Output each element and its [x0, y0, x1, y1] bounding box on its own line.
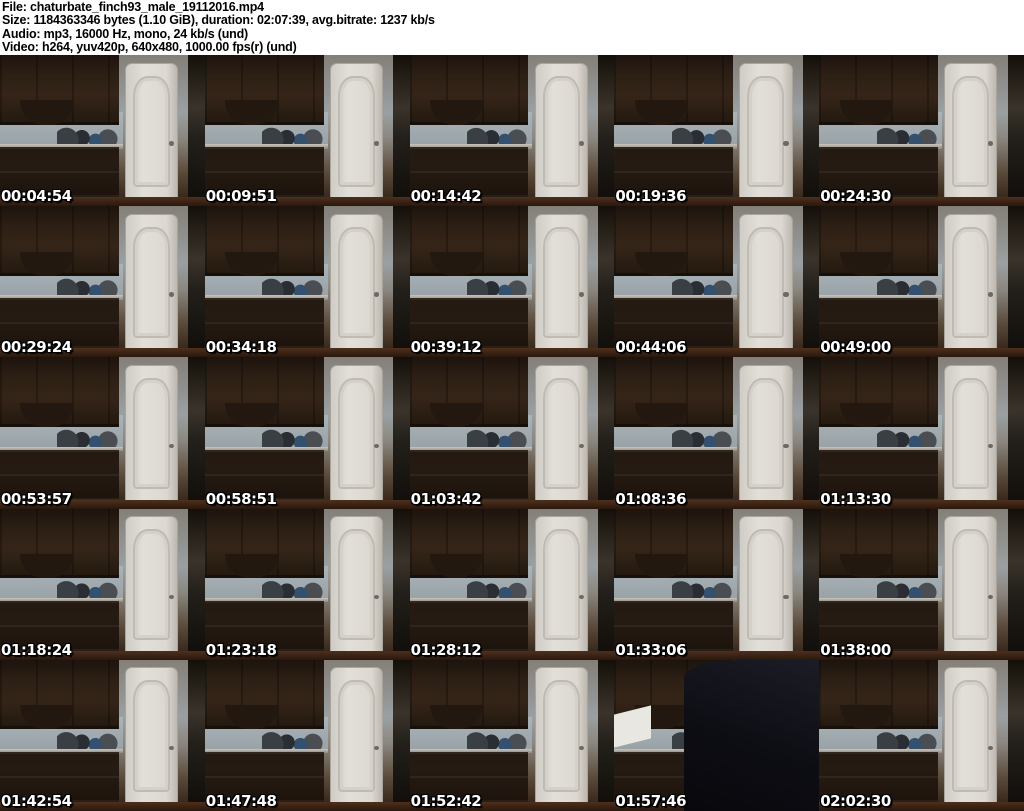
video-thumbnail[interactable]: 01:18:24	[0, 508, 205, 660]
video-thumbnail[interactable]: 01:28:12	[409, 508, 615, 660]
thumbnail-placeholder-image	[0, 357, 205, 509]
thumbnail-placeholder-image	[614, 55, 820, 207]
thumbnail-placeholder-image	[0, 659, 205, 811]
timestamp-label: 02:02:30	[820, 791, 891, 810]
video-thumbnail[interactable]: 00:39:12	[409, 206, 615, 358]
timestamp-label: 00:49:00	[820, 338, 891, 357]
video-thumbnail[interactable]: 01:33:06	[614, 508, 820, 660]
video-thumbnail[interactable]: 00:34:18	[204, 206, 410, 358]
file-metadata-header: File: chaturbate_finch93_male_19112016.m…	[0, 0, 1024, 55]
thumbnail-placeholder-image	[819, 357, 1024, 509]
timestamp-label: 00:09:51	[205, 187, 277, 206]
thumbnail-placeholder-image	[0, 206, 205, 358]
timestamp-label: 00:39:12	[410, 338, 482, 357]
video-thumbnail[interactable]: 01:52:42	[409, 659, 615, 811]
video-thumbnail[interactable]: 00:53:57	[0, 357, 205, 509]
video-thumbnail[interactable]: 02:02:30	[819, 659, 1024, 811]
thumbnail-placeholder-image	[614, 357, 820, 509]
audio-info-line: Audio: mp3, 16000 Hz, mono, 24 kb/s (und…	[2, 26, 249, 41]
video-thumbnail[interactable]: 00:19:36	[614, 55, 820, 207]
thumbnail-placeholder-image	[819, 659, 1024, 811]
video-thumbnail[interactable]: 00:24:30	[819, 55, 1024, 207]
timestamp-label: 01:03:42	[410, 489, 482, 508]
video-thumbnail[interactable]: 01:03:42	[409, 357, 615, 509]
video-thumbnail[interactable]: 01:08:36	[614, 357, 820, 509]
thumbnail-placeholder-image	[0, 508, 205, 660]
video-thumbnail[interactable]: 00:04:54	[0, 55, 205, 207]
timestamp-label: 01:38:00	[820, 640, 891, 659]
thumbnail-placeholder-image	[204, 508, 410, 660]
video-thumbnail[interactable]: 01:38:00	[819, 508, 1024, 660]
thumbnail-placeholder-image	[409, 55, 615, 207]
timestamp-label: 01:23:18	[205, 640, 277, 659]
video-thumbnail[interactable]: 00:58:51	[204, 357, 410, 509]
video-thumbnail[interactable]: 00:49:00	[819, 206, 1024, 358]
timestamp-label: 01:47:48	[205, 791, 277, 810]
thumbnail-placeholder-image	[204, 55, 410, 207]
video-thumbnail[interactable]: 01:13:30	[819, 357, 1024, 509]
thumbnail-placeholder-image	[614, 659, 820, 811]
thumbnail-placeholder-image	[819, 508, 1024, 660]
timestamp-label: 01:28:12	[410, 640, 482, 659]
thumbnail-placeholder-image	[409, 508, 615, 660]
timestamp-label: 00:14:42	[410, 187, 482, 206]
timestamp-label: 00:24:30	[820, 187, 891, 206]
video-thumbnail[interactable]: 00:09:51	[204, 55, 410, 207]
thumbnail-placeholder-image	[819, 206, 1024, 358]
thumbnail-placeholder-image	[204, 357, 410, 509]
thumbnail-placeholder-image	[409, 357, 615, 509]
timestamp-label: 01:52:42	[410, 791, 482, 810]
timestamp-label: 01:13:30	[820, 489, 891, 508]
thumbnail-placeholder-image	[614, 206, 820, 358]
timestamp-label: 01:18:24	[1, 640, 72, 659]
timestamp-label: 01:33:06	[615, 640, 687, 659]
timestamp-label: 00:29:24	[1, 338, 72, 357]
timestamp-label: 00:44:06	[615, 338, 687, 357]
video-thumbnail[interactable]: 01:57:46	[614, 659, 820, 811]
video-thumbnail[interactable]: 00:44:06	[614, 206, 820, 358]
timestamp-label: 00:58:51	[205, 489, 277, 508]
file-name-line: File: chaturbate_finch93_male_19112016.m…	[2, 0, 264, 14]
video-info-line: Video: h264, yuv420p, 640x480, 1000.00 f…	[2, 40, 297, 55]
thumbnail-placeholder-image	[409, 659, 615, 811]
timestamp-label: 00:53:57	[1, 489, 72, 508]
timestamp-label: 01:08:36	[615, 489, 687, 508]
thumbnail-placeholder-image	[819, 55, 1024, 207]
timestamp-label: 01:42:54	[1, 791, 72, 810]
video-thumbnail[interactable]: 00:14:42	[409, 55, 615, 207]
thumbnail-placeholder-image	[204, 206, 410, 358]
file-size-line: Size: 1184363346 bytes (1.10 GiB), durat…	[2, 13, 435, 28]
timestamp-label: 00:34:18	[205, 338, 277, 357]
timestamp-label: 01:57:46	[615, 791, 687, 810]
video-thumbnail[interactable]: 00:29:24	[0, 206, 205, 358]
thumbnail-placeholder-image	[0, 55, 205, 207]
thumbnail-placeholder-image	[614, 508, 820, 660]
video-thumbnail[interactable]: 01:47:48	[204, 659, 410, 811]
video-thumbnail[interactable]: 01:23:18	[204, 508, 410, 660]
timestamp-label: 00:04:54	[1, 187, 72, 206]
thumbnail-placeholder-image	[204, 659, 410, 811]
timestamp-label: 00:19:36	[615, 187, 687, 206]
thumbnail-placeholder-image	[409, 206, 615, 358]
video-thumbnail[interactable]: 01:42:54	[0, 659, 205, 811]
thumbnail-grid: 00:04:54 00:09:51 00:14:42 00:19:36 00:2…	[0, 55, 1024, 811]
